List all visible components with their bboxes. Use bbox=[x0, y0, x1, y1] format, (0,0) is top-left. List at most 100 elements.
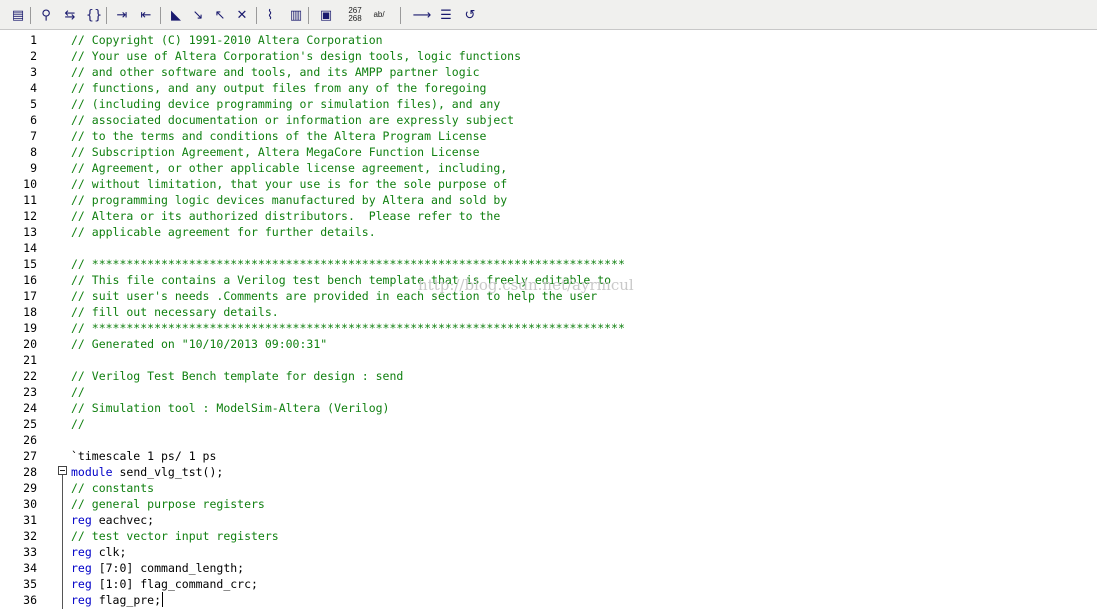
code-token: [1:0] flag_command_crc; bbox=[91, 577, 258, 591]
code-line[interactable]: // Simulation tool : ModelSim-Altera (Ve… bbox=[71, 400, 390, 416]
clear-bookmarks-icon[interactable]: ✕ bbox=[232, 6, 252, 24]
code-line[interactable]: // bbox=[71, 416, 85, 432]
code-line[interactable]: // general purpose registers bbox=[71, 496, 265, 512]
line-number: 16 bbox=[23, 273, 37, 287]
line-number: 21 bbox=[23, 353, 37, 367]
line-number: 9 bbox=[30, 161, 37, 175]
keyword-token: reg bbox=[71, 513, 92, 527]
code-line[interactable]: // bbox=[71, 384, 85, 400]
line-number: 29 bbox=[23, 481, 37, 495]
next-bookmark-icon[interactable]: ↘ bbox=[188, 6, 208, 24]
line-number: 20 bbox=[23, 337, 37, 351]
code-line[interactable]: // Copyright (C) 1991-2010 Altera Corpor… bbox=[71, 32, 383, 48]
insert-braces-icon[interactable]: {} bbox=[84, 6, 104, 24]
code-token: clk; bbox=[91, 545, 127, 559]
code-line[interactable]: // *************************************… bbox=[71, 320, 625, 336]
code-token: eachvec; bbox=[91, 513, 155, 527]
bookmark-icon[interactable]: ◣ bbox=[166, 6, 186, 24]
line-number: 24 bbox=[23, 401, 37, 415]
line-number: 2 bbox=[30, 49, 37, 63]
code-line[interactable]: // test vector input registers bbox=[71, 528, 279, 544]
fold-region-line bbox=[62, 475, 63, 609]
line-number: 6 bbox=[30, 113, 37, 127]
replace-text-icon[interactable]: ab/ bbox=[368, 6, 390, 24]
keyword-token: reg bbox=[71, 545, 92, 559]
line-number: 25 bbox=[23, 417, 37, 431]
line-number: 11 bbox=[23, 193, 37, 207]
insert-template-icon[interactable]: ▥ bbox=[286, 6, 306, 24]
code-token: send_vlg_tst(); bbox=[112, 465, 224, 479]
comment-block-icon[interactable]: ⟶ bbox=[412, 6, 432, 24]
code-line[interactable]: reg eachvec; bbox=[71, 512, 154, 528]
code-area[interactable]: // Copyright (C) 1991-2010 Altera Corpor… bbox=[71, 30, 1097, 611]
line-number: 5 bbox=[30, 97, 37, 111]
line-number: 15 bbox=[23, 257, 37, 271]
uncomment-block-icon[interactable]: ☰ bbox=[436, 6, 456, 24]
decrease-indent-icon[interactable]: ⇤ bbox=[136, 6, 156, 24]
keyword-token: reg bbox=[71, 593, 92, 607]
line-number: 19 bbox=[23, 321, 37, 335]
code-line[interactable]: module send_vlg_tst(); bbox=[71, 464, 223, 480]
toolbar-separator bbox=[308, 7, 309, 24]
code-line[interactable]: // to the terms and conditions of the Al… bbox=[71, 128, 486, 144]
code-line[interactable]: // Altera or its authorized distributors… bbox=[71, 208, 500, 224]
line-number: 23 bbox=[23, 385, 37, 399]
line-number: 4 bbox=[30, 81, 37, 95]
code-line[interactable]: // functions, and any output files from … bbox=[71, 80, 486, 96]
code-line[interactable]: // and other software and tools, and its… bbox=[71, 64, 480, 80]
line-number: 8 bbox=[30, 145, 37, 159]
toolbar-separator bbox=[106, 7, 107, 24]
line-number: 10 bbox=[23, 177, 37, 191]
code-editor[interactable]: 1 2 3 4 5 6 7 8 9 10 11 12 13 14 15 16 17 18 19 20 21 22 23 24 2… bbox=[0, 30, 1097, 611]
code-line[interactable]: // constants bbox=[71, 480, 154, 496]
code-line[interactable]: reg [1:0] flag_command_crc; bbox=[71, 576, 258, 592]
line-number: 27 bbox=[23, 449, 37, 463]
code-line[interactable]: // associated documentation or informati… bbox=[71, 112, 514, 128]
line-number: 31 bbox=[23, 513, 37, 527]
line-number: 30 bbox=[23, 497, 37, 511]
line-number: 3 bbox=[30, 65, 37, 79]
fold-collapse-icon[interactable] bbox=[58, 466, 67, 475]
code-line[interactable]: // Verilog Test Bench template for desig… bbox=[71, 368, 403, 384]
code-token: [7:0] command_length; bbox=[91, 561, 245, 575]
code-line[interactable]: // fill out necessary details. bbox=[71, 304, 279, 320]
watermark: http://blog.csdn.net/ayrmcul bbox=[418, 276, 634, 294]
line-number: 36 bbox=[23, 593, 37, 607]
keyword-token: reg bbox=[71, 561, 92, 575]
increase-indent-icon[interactable]: ⇥ bbox=[112, 6, 132, 24]
editor-toolbar: ▤ ⚲ ⇆{} ⇥ ⇤ ◣ ↘ ↖ ✕ ⌇ ▥ ▣ 267 268 ab/ ⟶ ☰ ↺ bbox=[0, 0, 1097, 30]
line-number: 33 bbox=[23, 545, 37, 559]
code-line[interactable]: reg clk; bbox=[71, 544, 126, 560]
code-line[interactable]: // programming logic devices manufacture… bbox=[71, 192, 507, 208]
find-replace-icon[interactable]: ⇆ bbox=[60, 6, 80, 24]
code-line[interactable]: // Your use of Altera Corporation's desi… bbox=[71, 48, 521, 64]
line-number: 22 bbox=[23, 369, 37, 383]
go-to-line-icon[interactable]: 267 268 bbox=[344, 6, 366, 24]
code-line[interactable]: // (including device programming or simu… bbox=[71, 96, 500, 112]
line-number: 12 bbox=[23, 209, 37, 223]
code-line[interactable]: // *************************************… bbox=[71, 256, 625, 272]
page-setup-icon[interactable]: ▤ bbox=[8, 6, 28, 24]
line-number: 1 bbox=[30, 33, 37, 47]
line-number: 34 bbox=[23, 561, 37, 575]
previous-bookmark-icon[interactable]: ↖ bbox=[210, 6, 230, 24]
text-caret bbox=[162, 592, 164, 607]
insert-file-icon[interactable]: ▣ bbox=[316, 6, 336, 24]
code-line[interactable]: // without limitation, that your use is … bbox=[71, 176, 507, 192]
code-line[interactable]: reg flag_pre; bbox=[71, 592, 161, 608]
code-line[interactable]: // Generated on "10/10/2013 09:00:31" bbox=[71, 336, 327, 352]
toolbar-separator bbox=[256, 7, 257, 24]
attach-icon[interactable]: ⌇ bbox=[262, 6, 278, 24]
code-line[interactable]: // applicable agreement for further deta… bbox=[71, 224, 376, 240]
code-line[interactable]: `timescale 1 ps/ 1 ps bbox=[71, 448, 216, 464]
line-number: 18 bbox=[23, 305, 37, 319]
undo-block-icon[interactable]: ↺ bbox=[460, 6, 480, 24]
line-number: 32 bbox=[23, 529, 37, 543]
fold-margin bbox=[56, 30, 70, 611]
code-line[interactable]: // Subscription Agreement, Altera MegaCo… bbox=[71, 144, 480, 160]
line-number: 26 bbox=[23, 433, 37, 447]
code-line[interactable]: reg [7:0] command_length; bbox=[71, 560, 244, 576]
find-icon[interactable]: ⚲ bbox=[36, 6, 56, 24]
toolbar-separator bbox=[30, 7, 31, 24]
code-line[interactable]: // Agreement, or other applicable licens… bbox=[71, 160, 507, 176]
